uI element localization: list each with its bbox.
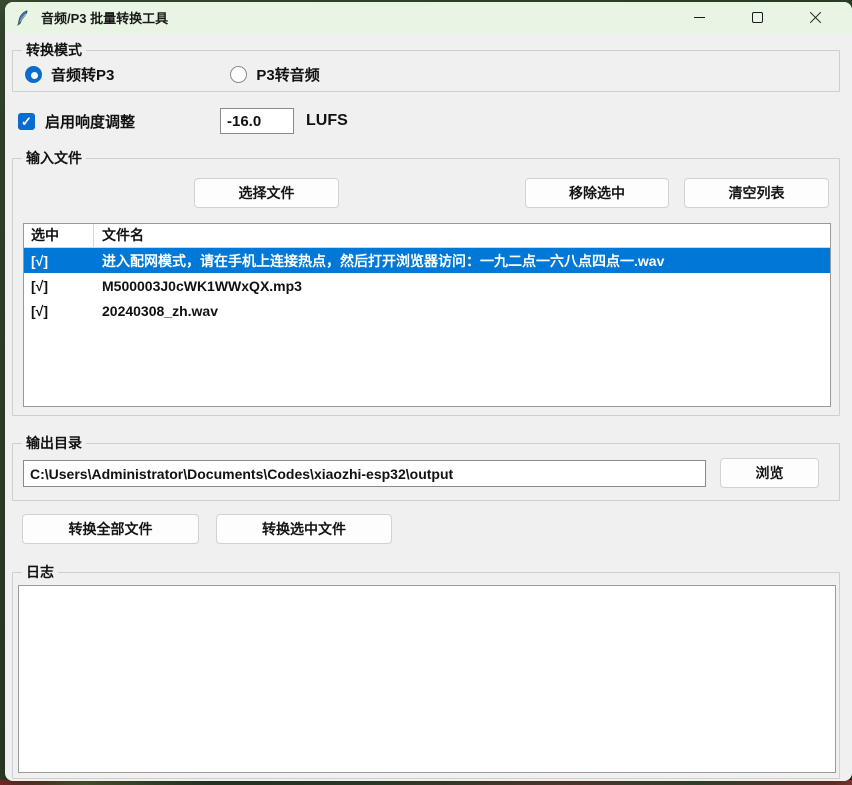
app-window: 音频/P3 批量转换工具 转换模式 音频转P3 P3转音频 ✓ 启用响度调整 L…: [5, 2, 852, 781]
radio-selected-icon: [25, 66, 42, 83]
table-row[interactable]: [√] 20240308_zh.wav: [24, 298, 830, 323]
lufs-unit-label: LUFS: [306, 108, 348, 134]
radio-audio-to-p3-label: 音频转P3: [51, 64, 114, 85]
tk-feather-icon: [15, 10, 31, 26]
conversion-mode-group: 转换模式 音频转P3 P3转音频: [12, 50, 840, 92]
maximize-icon: [752, 12, 763, 23]
row-checked-cell: [√]: [24, 278, 94, 294]
row-filename-cell: 进入配网模式，请在手机上连接热点，然后打开浏览器访问：一九二点一六八点四点一.w…: [94, 251, 830, 271]
row-filename-cell: M500003J0cWK1WWxQX.mp3: [94, 278, 830, 294]
maximize-button[interactable]: [728, 2, 786, 33]
radio-p3-to-audio-label: P3转音频: [256, 64, 319, 85]
loudness-checkbox-label: 启用响度调整: [45, 111, 135, 132]
radio-audio-to-p3[interactable]: 音频转P3: [25, 64, 114, 85]
mode-radio-row: 音频转P3 P3转音频: [25, 63, 320, 85]
titlebar: 音频/P3 批量转换工具: [5, 2, 852, 33]
conversion-mode-group-title: 转换模式: [22, 42, 86, 59]
log-group: 日志: [12, 572, 840, 779]
radio-unselected-icon: [230, 66, 247, 83]
row-checked-cell: [√]: [24, 253, 94, 269]
close-icon: [809, 11, 822, 24]
caption-buttons: [670, 2, 844, 33]
loudness-checkbox[interactable]: ✓: [18, 113, 35, 130]
close-button[interactable]: [786, 2, 844, 33]
select-files-button[interactable]: 选择文件: [194, 178, 339, 208]
lufs-value-input[interactable]: [220, 108, 294, 134]
row-checked-cell: [√]: [24, 303, 94, 319]
convert-all-button[interactable]: 转换全部文件: [22, 514, 199, 544]
convert-selected-button[interactable]: 转换选中文件: [216, 514, 392, 544]
file-table-header: 选中 文件名: [24, 224, 830, 248]
loudness-row: ✓ 启用响度调整: [18, 107, 135, 135]
output-path-input[interactable]: [23, 460, 706, 487]
radio-p3-to-audio[interactable]: P3转音频: [230, 64, 319, 85]
column-header-checked[interactable]: 选中: [24, 224, 94, 247]
input-files-group: 输入文件 选择文件 移除选中 清空列表 选中 文件名 [√] 进入配网模式，请在…: [12, 158, 840, 416]
log-group-title: 日志: [22, 564, 58, 581]
table-row[interactable]: [√] 进入配网模式，请在手机上连接热点，然后打开浏览器访问：一九二点一六八点四…: [24, 248, 830, 273]
remove-selected-button[interactable]: 移除选中: [525, 178, 669, 208]
output-directory-group: 输出目录 浏览: [12, 443, 840, 501]
log-textarea[interactable]: [18, 585, 836, 773]
output-directory-group-title: 输出目录: [22, 435, 86, 452]
window-title: 音频/P3 批量转换工具: [41, 8, 168, 27]
minimize-icon: [694, 17, 705, 18]
input-files-group-title: 输入文件: [22, 150, 86, 167]
clear-list-button[interactable]: 清空列表: [684, 178, 829, 208]
file-table[interactable]: 选中 文件名 [√] 进入配网模式，请在手机上连接热点，然后打开浏览器访问：一九…: [23, 223, 831, 407]
browse-button[interactable]: 浏览: [720, 458, 819, 488]
table-row[interactable]: [√] M500003J0cWK1WWxQX.mp3: [24, 273, 830, 298]
column-header-filename[interactable]: 文件名: [94, 224, 830, 247]
row-filename-cell: 20240308_zh.wav: [94, 303, 830, 319]
minimize-button[interactable]: [670, 2, 728, 33]
